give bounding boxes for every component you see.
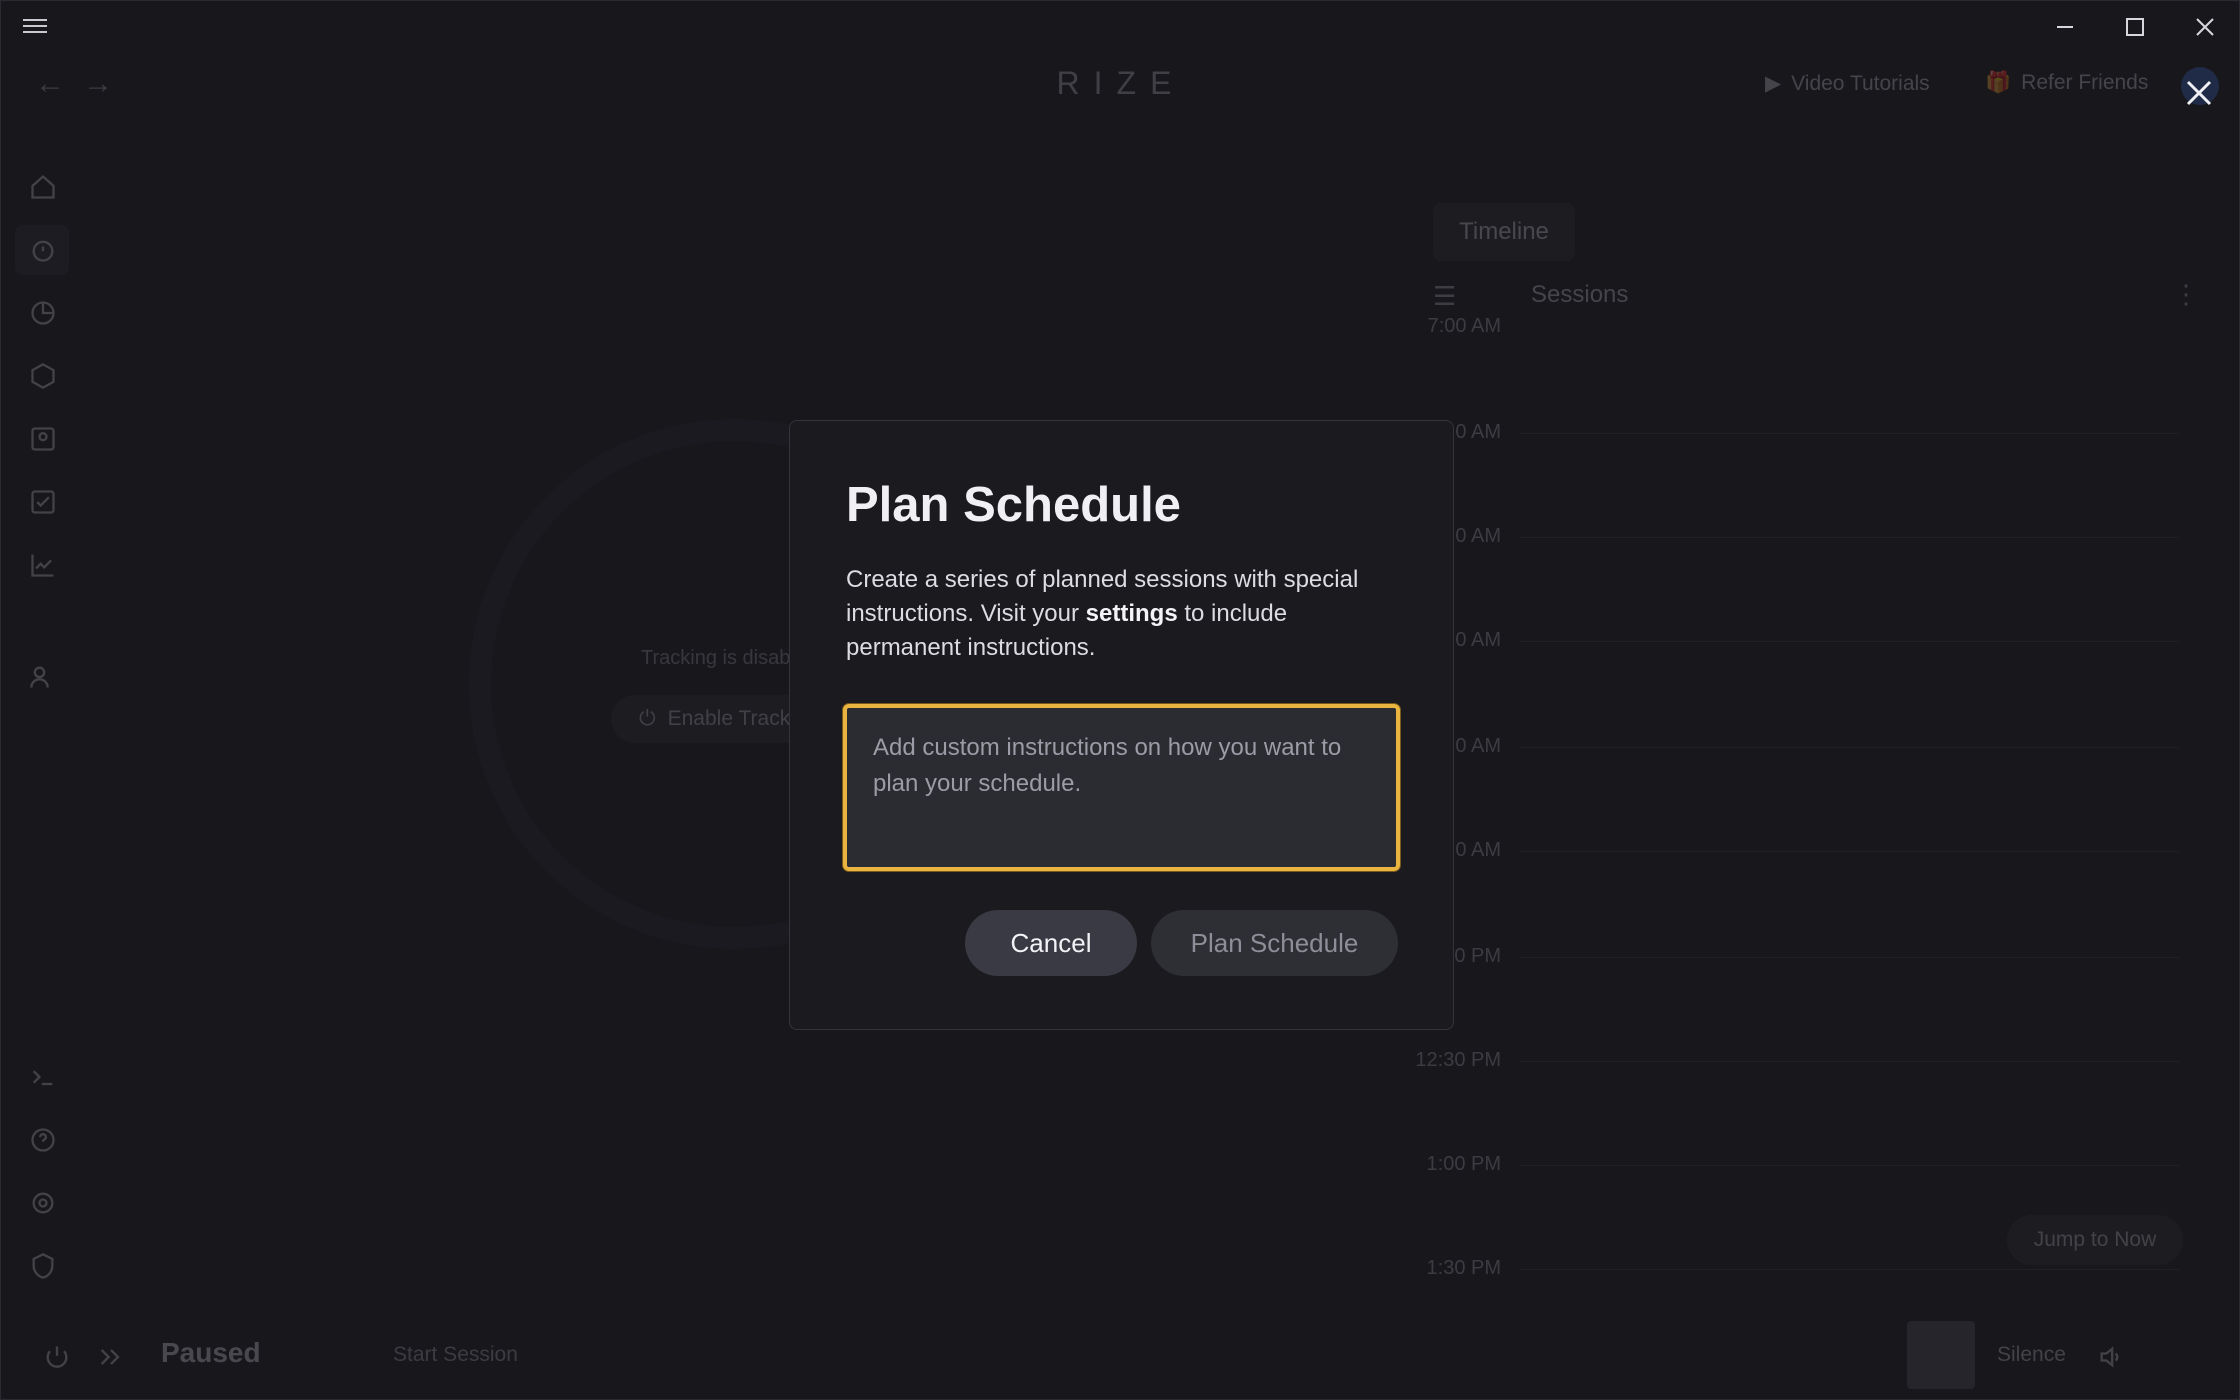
time-divider — [1519, 537, 2179, 538]
pie-chart-icon[interactable] — [27, 297, 59, 329]
fast-forward-icon[interactable] — [95, 1341, 127, 1373]
time-label: 7:00 AM — [1427, 315, 1501, 337]
status-label: Paused — [161, 1337, 261, 1368]
jump-to-now-button[interactable]: Jump to Now — [2007, 1215, 2183, 1265]
home-icon[interactable] — [27, 171, 59, 203]
time-divider — [1519, 747, 2179, 748]
more-options-icon[interactable]: ⋮ — [2173, 279, 2199, 310]
power-icon: ⏻ — [639, 707, 656, 730]
tracking-status-text: Tracking is disab — [641, 647, 791, 669]
checkbox-icon[interactable] — [27, 486, 59, 518]
list-icon[interactable]: ☰ — [1433, 281, 1456, 312]
dialog-title: Plan Schedule — [846, 478, 1181, 532]
time-label: 1:00 PM — [1426, 1153, 1501, 1175]
time-label: 1:30 PM — [1426, 1257, 1501, 1279]
enable-tracking-label: Enable Track — [667, 707, 791, 730]
gift-icon: 🎁 — [1985, 71, 2012, 94]
contact-icon[interactable] — [27, 423, 59, 455]
instructions-input[interactable] — [847, 708, 1396, 867]
dialog-description: Create a series of planned sessions with… — [846, 563, 1406, 665]
music-label: Silence — [1997, 1343, 2066, 1366]
time-divider — [1519, 641, 2179, 642]
timer-icon[interactable] — [27, 234, 59, 266]
plan-schedule-dialog: Plan Schedule Create a series of planned… — [789, 420, 1454, 1030]
refer-friends-link[interactable]: 🎁 Refer Friends — [1985, 71, 2148, 95]
music-thumbnail — [1907, 1321, 1975, 1389]
video-tutorials-label: Video Tutorials — [1791, 71, 1930, 95]
gear-icon[interactable] — [27, 1187, 59, 1219]
cube-icon[interactable] — [27, 360, 59, 392]
sessions-label: Sessions — [1531, 281, 1629, 308]
team-icon[interactable] — [27, 661, 59, 693]
tab-timeline[interactable]: Timeline — [1433, 203, 1575, 261]
time-divider — [1519, 433, 2179, 434]
settings-link[interactable]: settings — [1086, 600, 1178, 627]
plan-schedule-button[interactable]: Plan Schedule — [1151, 910, 1398, 976]
time-divider — [1519, 957, 2179, 958]
power-icon[interactable] — [41, 1341, 73, 1373]
close-icon — [2186, 80, 2212, 106]
bottom-bar — [1, 1319, 2240, 1399]
time-divider — [1519, 851, 2179, 852]
volume-icon[interactable] — [2095, 1341, 2127, 1373]
play-icon: ▶ — [1765, 72, 1782, 95]
video-tutorials-link[interactable]: ▶ Video Tutorials — [1765, 71, 1930, 96]
refer-friends-label: Refer Friends — [2021, 71, 2149, 94]
instructions-input-wrapper — [843, 704, 1400, 871]
cancel-button[interactable]: Cancel — [965, 910, 1137, 976]
shield-icon[interactable] — [27, 1250, 59, 1282]
start-session-button[interactable]: Start Session — [393, 1343, 518, 1367]
time-label: 12:30 PM — [1415, 1049, 1501, 1071]
time-divider — [1519, 1269, 2179, 1270]
line-chart-icon[interactable] — [27, 549, 59, 581]
time-divider — [1519, 1165, 2179, 1166]
app-window: ←→ RIZE ▶ Video Tutorials 🎁 Refer Friends … — [0, 0, 2240, 1400]
help-icon[interactable] — [27, 1124, 59, 1156]
time-divider — [1519, 1061, 2179, 1062]
overlay-close-button[interactable] — [2179, 73, 2219, 113]
terminal-icon[interactable] — [27, 1061, 59, 1093]
